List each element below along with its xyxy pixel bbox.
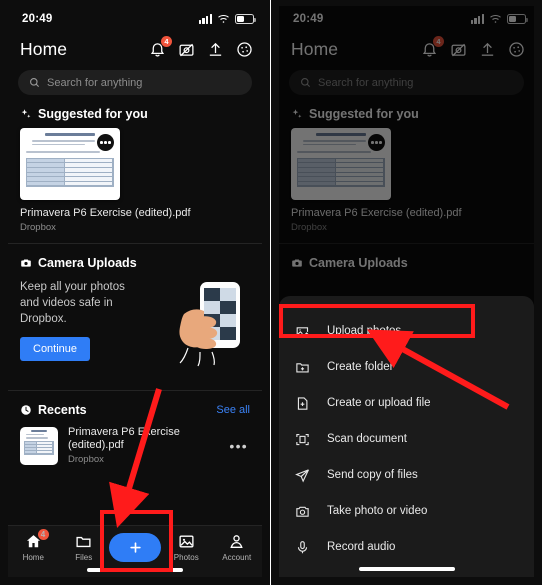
search-input[interactable]: Search for anything xyxy=(18,70,252,95)
header-actions: 4 xyxy=(149,35,253,58)
bottom-tab-bar: 4 Home Files Photos Account xyxy=(8,525,262,577)
sheet-item-scan-document[interactable]: Scan document xyxy=(279,421,534,457)
upload-photos-icon xyxy=(296,327,309,338)
home-indicator xyxy=(87,568,183,572)
camera-icon xyxy=(21,259,31,267)
screenshot-stage: 20:49 Home 4 Search for anything Suggest… xyxy=(0,0,542,585)
list-item[interactable]: Primavera P6 Exercise (edited).pdf Dropb… xyxy=(8,417,262,465)
sheet-item-label: Send copy of files xyxy=(327,469,418,482)
sheet-item-upload-photos[interactable]: Upload photos xyxy=(279,313,534,349)
record-audio-icon xyxy=(297,540,308,554)
wifi-icon xyxy=(218,15,229,23)
sheet-item-label: Record audio xyxy=(327,541,396,554)
sheet-item-record-audio[interactable]: Record audio xyxy=(279,529,534,565)
home-indicator xyxy=(358,567,455,571)
folder-icon xyxy=(76,536,91,548)
tab-create[interactable] xyxy=(109,533,161,562)
plus-icon xyxy=(129,542,141,553)
tab-home[interactable]: 4 Home xyxy=(8,529,59,562)
section-title: Camera Uploads xyxy=(38,256,137,270)
sheet-item-label: Upload photos xyxy=(327,325,402,338)
app-screen-home: 20:49 Home 4 Search for anything Suggest… xyxy=(8,6,262,577)
tab-label: Home xyxy=(22,553,44,562)
phone-screen-right: 20:49 Home 4 xyxy=(271,0,542,585)
notifications-bell-icon[interactable]: 4 xyxy=(149,35,172,58)
tab-photos[interactable]: Photos xyxy=(161,533,212,562)
photos-icon xyxy=(179,535,194,548)
sheet-item-label: Scan document xyxy=(327,433,407,446)
camera-uploads-promo: Keep all your photos and videos safe in … xyxy=(8,270,262,380)
sheet-drag-handle[interactable] xyxy=(389,305,424,309)
clock-icon xyxy=(21,405,31,415)
tab-account[interactable]: Account xyxy=(212,533,263,562)
promo-text: Keep all your photos and videos safe in … xyxy=(20,281,125,325)
sheet-item-take-photo-or-video[interactable]: Take photo or video xyxy=(279,493,534,529)
suggested-card-title: Primavera P6 Exercise (edited).pdf xyxy=(20,207,191,219)
send-copy-icon xyxy=(295,469,309,483)
sheet-item-create-or-upload-file[interactable]: Create or upload file xyxy=(279,385,534,421)
theme-palette-icon[interactable] xyxy=(236,41,253,58)
see-all-link[interactable]: See all xyxy=(216,404,250,416)
create-folder-icon xyxy=(296,363,309,373)
status-time: 20:49 xyxy=(22,13,53,25)
hand-holding-phone-illustration xyxy=(179,282,240,367)
tab-label: Files xyxy=(75,553,93,562)
sheet-item-create-folder[interactable]: Create folder xyxy=(279,349,534,385)
app-screen-home-with-sheet: 20:49 Home 4 xyxy=(279,6,534,577)
create-button[interactable] xyxy=(109,533,161,562)
search-placeholder: Search for anything xyxy=(47,76,143,89)
camera-uploads-off-icon[interactable] xyxy=(178,41,195,58)
list-item-meta: Primavera P6 Exercise (edited).pdf Dropb… xyxy=(68,426,219,465)
sheet-item-label: Take photo or video xyxy=(327,505,428,518)
section-title: Suggested for you xyxy=(38,107,148,121)
section-title: Recents xyxy=(38,403,87,417)
document-thumbnail[interactable] xyxy=(20,128,120,200)
account-person-icon xyxy=(230,535,243,548)
document-thumbnail[interactable] xyxy=(20,426,58,465)
search-icon xyxy=(30,78,40,88)
create-action-sheet: Upload photos Create folder Create or up… xyxy=(279,296,534,577)
scan-document-icon xyxy=(296,433,309,445)
app-header: Home 4 xyxy=(8,32,262,66)
upload-icon[interactable] xyxy=(207,41,224,58)
cellular-signal-icon xyxy=(198,14,212,24)
page-title: Home xyxy=(20,38,68,59)
tab-label: Photos xyxy=(173,553,199,562)
status-bar: 20:49 xyxy=(8,6,262,32)
suggested-card[interactable]: Primavera P6 Exercise (edited).pdf Dropb… xyxy=(8,121,262,233)
phone-screen-left: 20:49 Home 4 Search for anything Suggest… xyxy=(0,0,271,585)
notification-badge: 4 xyxy=(161,35,172,47)
home-tab-badge: 4 xyxy=(37,529,49,540)
list-item-subtitle: Dropbox xyxy=(68,454,104,465)
status-indicators xyxy=(198,14,256,24)
list-item-title: Primavera P6 Exercise (edited).pdf xyxy=(68,426,180,451)
create-file-icon xyxy=(297,397,308,410)
battery-icon xyxy=(235,14,256,24)
tab-files[interactable]: Files xyxy=(59,533,110,562)
sparkle-icon xyxy=(21,109,31,118)
section-header-recents: Recents See all xyxy=(8,391,262,417)
suggested-card-subtitle: Dropbox xyxy=(20,222,56,233)
sheet-item-send-copy-of-files[interactable]: Send copy of files xyxy=(279,457,534,493)
more-horizontal-icon[interactable]: ••• xyxy=(229,438,250,454)
sheet-item-label: Create or upload file xyxy=(327,397,431,410)
continue-button[interactable]: Continue xyxy=(20,337,91,361)
document-preview xyxy=(24,429,54,462)
take-photo-icon xyxy=(296,506,309,517)
section-header-camera-uploads: Camera Uploads xyxy=(8,244,262,270)
more-horizontal-icon[interactable] xyxy=(97,134,114,151)
sheet-item-label: Create folder xyxy=(327,361,394,374)
tab-label: Account xyxy=(222,553,252,562)
section-header-suggested: Suggested for you xyxy=(8,95,262,121)
